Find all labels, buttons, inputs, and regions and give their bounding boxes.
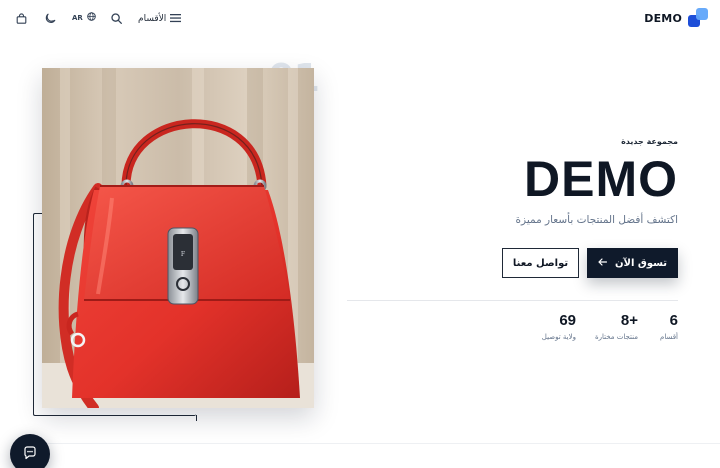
shop-now-label: تسوق الآن — [614, 257, 668, 269]
stat-products: +8 منتجات مختارة — [595, 312, 638, 341]
stat-delivery-states: 69 ولاية توصيل — [542, 312, 576, 341]
stat-value: +8 — [620, 312, 638, 329]
stat-value: 6 — [669, 312, 678, 329]
stat-categories: 6 أقسام — [660, 312, 678, 341]
search-button[interactable] — [108, 10, 124, 26]
chat-bubble-icon — [23, 445, 37, 464]
categories-menu-button[interactable]: الأقسام — [138, 11, 182, 27]
stat-value: 69 — [559, 312, 576, 329]
site-header: DEMO الأقسام AR — [0, 0, 720, 38]
search-icon — [110, 9, 122, 28]
categories-label: الأقسام — [138, 14, 167, 24]
section-divider — [30, 443, 720, 444]
brand-name: DEMO — [644, 11, 682, 25]
hero-divider — [347, 300, 678, 301]
contact-us-button[interactable]: تواصل معنا — [502, 248, 579, 278]
moon-icon — [45, 9, 56, 28]
language-label: AR — [72, 13, 83, 22]
contact-us-label: تواصل معنا — [512, 257, 569, 269]
hero-subtitle: اكتشف أفضل المنتجات بأسعار مميزة — [515, 214, 678, 226]
arrow-left-icon — [598, 257, 608, 269]
chat-button[interactable] — [10, 434, 50, 468]
stat-label: ولاية توصيل — [541, 333, 576, 341]
stat-label: منتجات مختارة — [594, 333, 638, 341]
cube-logo-icon — [688, 7, 710, 29]
hero-eyebrow: مجموعة جديدة — [621, 137, 678, 146]
theme-toggle-button[interactable] — [42, 10, 58, 26]
red-handbag-illustration: F — [42, 68, 314, 408]
shopping-bag-icon — [16, 9, 27, 28]
hero-title: DEMO — [524, 151, 678, 207]
hero-product-image: F — [42, 68, 314, 408]
language-switcher[interactable]: AR — [72, 12, 96, 23]
hamburger-icon — [170, 13, 182, 26]
brand-logo-link[interactable]: DEMO — [644, 7, 710, 29]
shop-now-button[interactable]: تسوق الآن — [587, 248, 678, 278]
globe-icon — [87, 12, 96, 23]
cart-button[interactable] — [13, 10, 29, 26]
svg-text:F: F — [181, 251, 185, 258]
stat-label: أقسام — [659, 333, 678, 341]
